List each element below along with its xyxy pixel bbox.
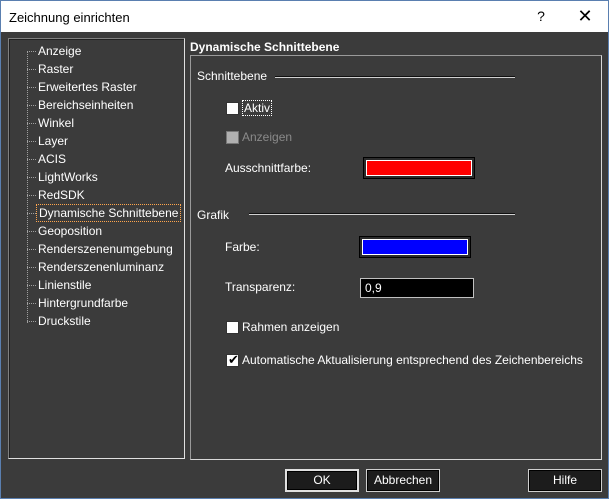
- tree-item-label: RedSDK: [38, 188, 85, 202]
- tree-item-winkel[interactable]: Winkel: [27, 114, 183, 132]
- tree-item-dynamische-schnittebene[interactable]: Dynamische Schnittebene: [27, 204, 183, 222]
- dialog-window: Zeichnung einrichten ? ✕ Anzeige Raster …: [0, 0, 609, 499]
- close-button[interactable]: ✕: [567, 5, 603, 27]
- farbe-color-button[interactable]: [359, 236, 471, 258]
- cancel-button[interactable]: Abbrechen: [366, 469, 440, 492]
- auto-update-checkbox[interactable]: ✔: [226, 352, 239, 367]
- tree-item-label: Erweitertes Raster: [38, 80, 137, 94]
- tree-item-linienstile[interactable]: Linienstile: [27, 276, 183, 294]
- tree-item-hintergrundfarbe[interactable]: Hintergrundfarbe: [27, 294, 183, 312]
- tree-item-label: Anzeige: [38, 44, 82, 58]
- tree-item-erweitertes-raster[interactable]: Erweitertes Raster: [27, 78, 183, 96]
- color-swatch-blue: [362, 239, 468, 255]
- tree-item-label: Renderszenenluminanz: [38, 260, 165, 274]
- tree-item-label: LightWorks: [38, 170, 98, 184]
- transparenz-input[interactable]: 0,9: [360, 278, 474, 298]
- tree-item-label: Winkel: [38, 116, 75, 130]
- title-bar: Zeichnung einrichten ? ✕: [1, 1, 608, 32]
- tree-item-anzeige[interactable]: Anzeige: [27, 42, 183, 60]
- tree-item-bereichseinheiten[interactable]: Bereichseinheiten: [27, 96, 183, 114]
- dialog-body: Anzeige Raster Erweitertes Raster Bereic…: [1, 32, 608, 498]
- section-label-schnittebene: Schnittebene: [197, 69, 268, 83]
- tree-item-label: Layer: [38, 134, 69, 148]
- anzeigen-checkbox[interactable]: [226, 131, 239, 144]
- tree-item-label: Druckstile: [38, 314, 91, 328]
- anzeigen-label: Anzeigen: [242, 130, 293, 144]
- tree-item-label: ACIS: [38, 152, 67, 166]
- aktiv-checkbox[interactable]: [226, 102, 239, 115]
- ausschnittfarbe-label: Ausschnittfarbe:: [225, 161, 312, 175]
- tree-item-layer[interactable]: Layer: [27, 132, 183, 150]
- color-swatch-red: [366, 160, 472, 176]
- window-title: Zeichnung einrichten: [9, 10, 130, 25]
- tree-item-label: Hintergrundfarbe: [38, 296, 129, 310]
- section-divider: [275, 76, 515, 78]
- rahmen-checkbox[interactable]: [226, 321, 239, 334]
- checkmark-icon: ✔: [228, 352, 239, 367]
- transparenz-label: Transparenz:: [225, 280, 296, 294]
- tree-item-acis[interactable]: ACIS: [27, 150, 183, 168]
- tree-item-renderszenenluminanz[interactable]: Renderszenenluminanz: [27, 258, 183, 276]
- panel-title: Dynamische Schnittebene: [190, 40, 340, 54]
- tree-item-label: Dynamische Schnittebene: [36, 204, 182, 222]
- help-button[interactable]: Hilfe: [528, 469, 602, 492]
- help-question-button[interactable]: ?: [529, 5, 553, 27]
- section-divider: [249, 213, 515, 215]
- tree-item-label: Raster: [38, 62, 74, 76]
- tree-item-redsdk[interactable]: RedSDK: [27, 186, 183, 204]
- rahmen-label[interactable]: Rahmen anzeigen: [242, 320, 339, 334]
- tree-item-label: Bereichseinheiten: [38, 98, 134, 112]
- tree-item-label: Linienstile: [38, 278, 92, 292]
- tree-item-label: Renderszenenumgebung: [38, 242, 173, 256]
- section-label-grafik: Grafik: [197, 208, 230, 222]
- ok-button[interactable]: OK: [285, 469, 359, 492]
- ausschnittfarbe-color-button[interactable]: [363, 157, 475, 179]
- tree-item-druckstile[interactable]: Druckstile: [27, 312, 183, 330]
- tree-item-lightworks[interactable]: LightWorks: [27, 168, 183, 186]
- auto-update-label[interactable]: Automatische Aktualisierung entsprechend…: [242, 353, 583, 367]
- tree-item-label: Geoposition: [38, 224, 103, 238]
- tree-item-geoposition[interactable]: Geoposition: [27, 222, 183, 240]
- farbe-label: Farbe:: [225, 240, 260, 254]
- aktiv-label[interactable]: Aktiv: [242, 100, 273, 116]
- tree-item-raster[interactable]: Raster: [27, 60, 183, 78]
- settings-panel: Schnittebene Aktiv Anzeigen Ausschnittfa…: [190, 55, 602, 460]
- settings-tree: Anzeige Raster Erweitertes Raster Bereic…: [8, 38, 185, 459]
- tree-item-renderszenenumgebung[interactable]: Renderszenenumgebung: [27, 240, 183, 258]
